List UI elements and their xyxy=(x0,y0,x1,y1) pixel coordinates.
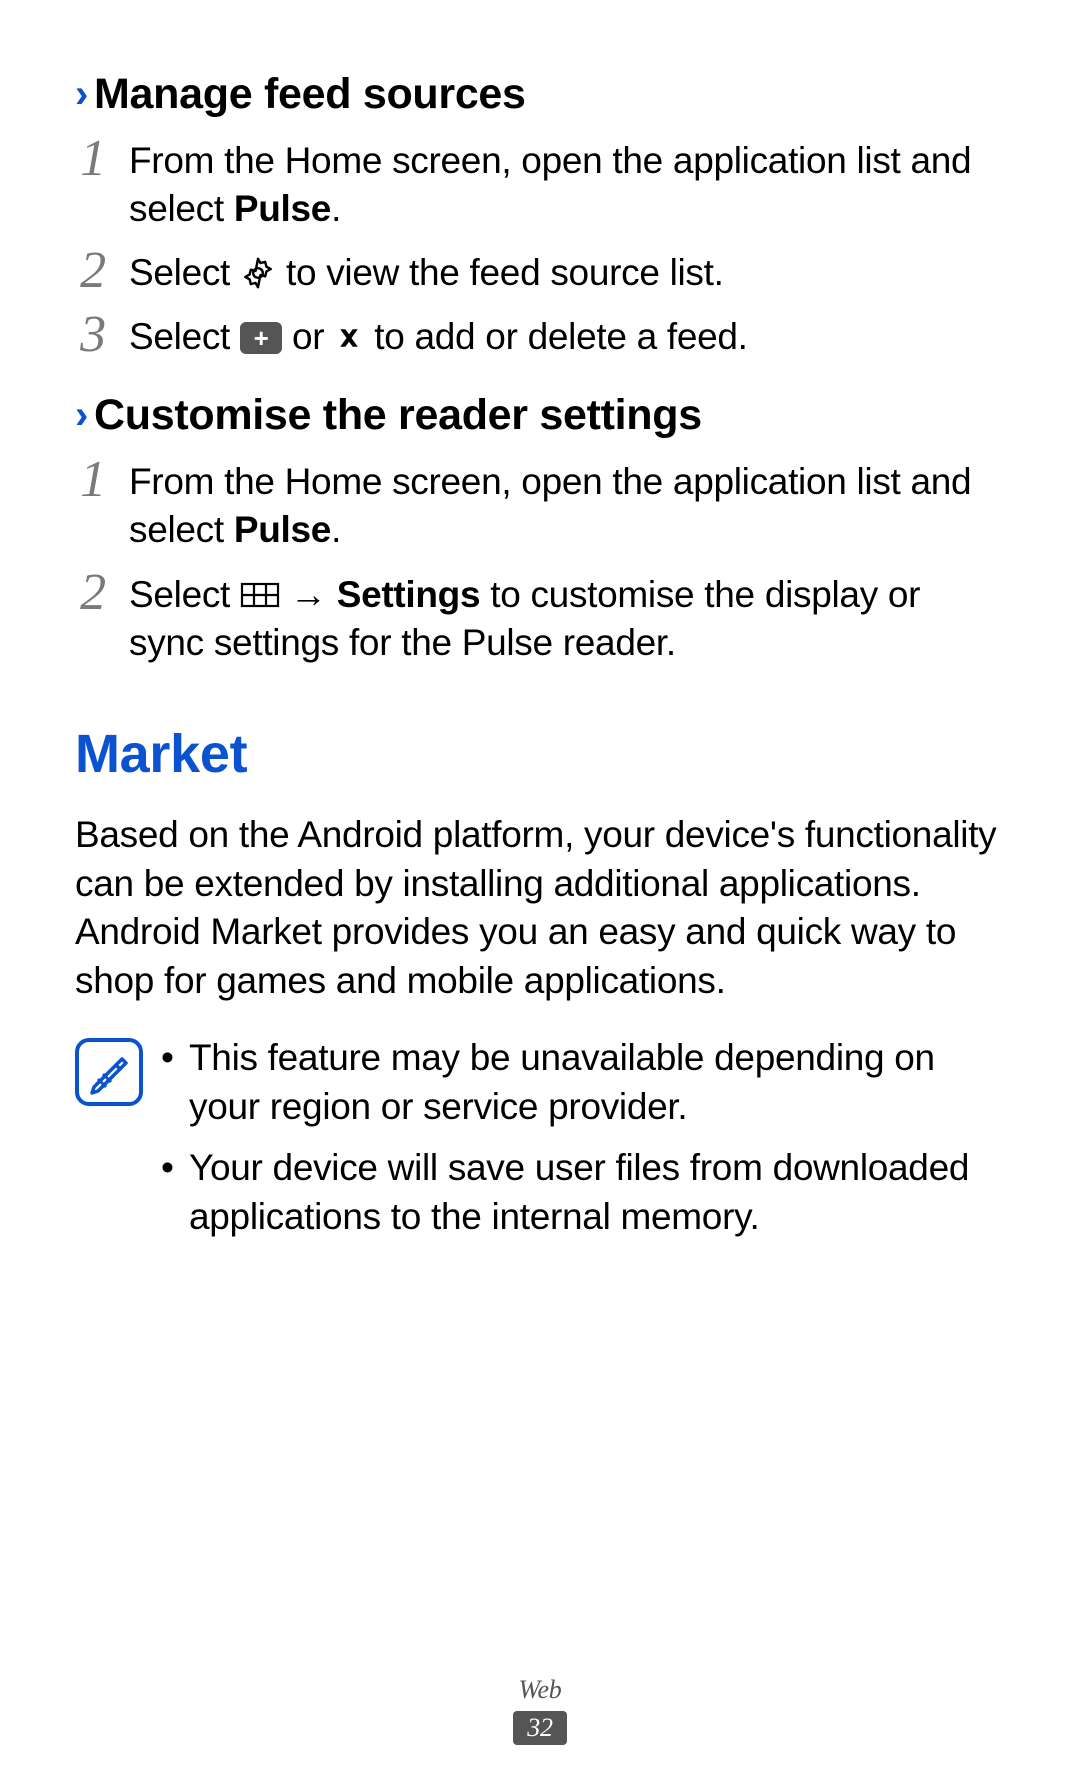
step-number: 2 xyxy=(75,567,111,619)
subheading-customise: › Customise the reader settings xyxy=(75,391,1005,440)
step-number: 1 xyxy=(75,133,111,185)
step-item: 2 Select → Settings to customise the dis… xyxy=(75,571,1005,667)
footer-chapter: Web xyxy=(0,1675,1080,1705)
subheading-manage-feeds: › Manage feed sources xyxy=(75,70,1005,119)
plus-icon: + xyxy=(240,322,282,354)
step-list-customise: 1 From the Home screen, open the applica… xyxy=(75,458,1005,666)
chevron-icon: › xyxy=(75,393,88,438)
footer-page-number: 32 xyxy=(513,1711,566,1745)
page-footer: Web 32 xyxy=(0,1675,1080,1745)
step-item: 1 From the Home screen, open the applica… xyxy=(75,137,1005,233)
step-number: 1 xyxy=(75,454,111,506)
manual-page: › Manage feed sources 1 From the Home sc… xyxy=(0,0,1080,1253)
note-icon xyxy=(75,1038,143,1106)
gear-icon xyxy=(240,255,276,291)
note-block: This feature may be unavailable dependin… xyxy=(75,1034,1005,1253)
step-number: 2 xyxy=(75,245,111,297)
step-item: 3 Select + or to add or delete a feed. xyxy=(75,313,1005,361)
subheading-text: Manage feed sources xyxy=(94,70,526,119)
market-paragraph: Based on the Android platform, your devi… xyxy=(75,811,1005,1006)
step-list-manage: 1 From the Home screen, open the applica… xyxy=(75,137,1005,361)
step-text: Select + or to add or delete a feed. xyxy=(129,313,1005,361)
step-text: Select → Settings to customise the displ… xyxy=(129,571,1005,667)
note-item: Your device will save user files from do… xyxy=(161,1144,1005,1242)
section-title-market: Market xyxy=(75,723,1005,785)
step-item: 2 Select to view the feed source list. xyxy=(75,249,1005,297)
grid-icon xyxy=(240,581,280,609)
subheading-text: Customise the reader settings xyxy=(94,391,702,440)
close-icon xyxy=(334,323,364,353)
step-text: From the Home screen, open the applicati… xyxy=(129,137,1005,233)
note-item: This feature may be unavailable dependin… xyxy=(161,1034,1005,1132)
chevron-icon: › xyxy=(75,72,88,117)
step-text: From the Home screen, open the applicati… xyxy=(129,458,1005,554)
step-number: 3 xyxy=(75,309,111,361)
step-text: Select to view the feed source list. xyxy=(129,249,1005,297)
note-list: This feature may be unavailable dependin… xyxy=(161,1034,1005,1253)
step-item: 1 From the Home screen, open the applica… xyxy=(75,458,1005,554)
